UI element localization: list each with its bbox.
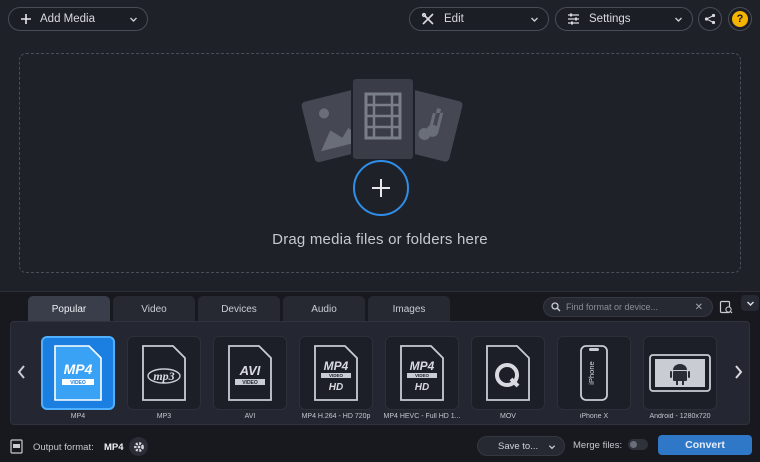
media-files-icon (301, 77, 463, 163)
mp3-tag: mp3 (153, 369, 174, 383)
chevron-left-icon[interactable] (16, 364, 28, 380)
plus-icon (18, 11, 34, 27)
clear-search-icon[interactable]: ✕ (695, 302, 703, 313)
merge-files-label: Merge files: (573, 440, 623, 451)
hd-tag: HD (415, 382, 429, 393)
format-item-iphone-x[interactable]: iPhone iPhone X (557, 336, 631, 420)
video-tag: VIDEO (70, 380, 86, 386)
format-caption: MOV (500, 413, 516, 420)
collapse-panel-button[interactable] (741, 295, 759, 311)
format-item-mov[interactable]: MOV (471, 336, 545, 420)
tab-images[interactable]: Images (368, 296, 450, 322)
tab-video[interactable]: Video (113, 296, 195, 322)
plus-icon (372, 179, 390, 197)
format-list: MP4 VIDEO MP4 mp3 MP3 AVI VIDEO AVI MP4 … (10, 321, 750, 425)
android-icon (649, 354, 711, 392)
chevron-down-icon[interactable] (129, 15, 138, 24)
save-to-label: Save to... (498, 440, 539, 452)
video-tag: VIDEO (329, 373, 344, 378)
format-tile: MP4 VIDEO HD (299, 336, 373, 410)
format-item-avi[interactable]: AVI VIDEO AVI (213, 336, 287, 420)
iphone-tag: iPhone (587, 361, 596, 384)
sliders-icon (565, 11, 581, 27)
format-item-mp3[interactable]: mp3 MP3 (127, 336, 201, 420)
mp4-icon: MP4 VIDEO (54, 345, 102, 401)
edit-label: Edit (444, 13, 464, 25)
format-tile: mp3 (127, 336, 201, 410)
format-caption: MP4 HEVC - Full HD 1... (383, 413, 461, 420)
format-item-android[interactable]: Android - 1280x720 (643, 336, 717, 420)
merge-files-toggle[interactable] (628, 439, 648, 450)
share-button[interactable] (698, 7, 722, 31)
format-item-mp4[interactable]: MP4 VIDEO MP4 (41, 336, 115, 420)
chevron-down-icon (548, 445, 556, 450)
format-item-mp4-hevc[interactable]: MP4 VIDEO HD MP4 HEVC - Full HD 1... (383, 336, 461, 420)
hd-tag: HD (329, 382, 343, 393)
settings-label: Settings (589, 13, 631, 25)
gear-icon (133, 441, 144, 452)
tab-devices[interactable]: Devices (198, 296, 280, 322)
chevron-right-icon[interactable] (732, 364, 744, 380)
tab-popular[interactable]: Popular (28, 296, 110, 322)
format-caption: MP4 H.264 - HD 720p (301, 413, 371, 420)
mp3-icon: mp3 (142, 345, 186, 401)
mp4-tag: MP4 (324, 359, 349, 373)
add-files-button[interactable] (353, 160, 409, 216)
tab-audio[interactable]: Audio (283, 296, 365, 322)
format-caption: MP3 (156, 413, 172, 420)
mp4-tag: MP4 (64, 361, 93, 377)
avi-icon: AVI VIDEO (228, 345, 272, 401)
quicktime-icon (486, 345, 530, 401)
video-tag: VIDEO (242, 380, 258, 386)
video-tag: VIDEO (415, 373, 430, 378)
share-icon (704, 13, 716, 25)
output-format-label: Output format: (33, 442, 94, 453)
convert-button[interactable]: Convert (658, 435, 752, 455)
add-media-label: Add Media (40, 13, 95, 25)
add-custom-format-icon[interactable] (719, 300, 733, 314)
output-format-value: MP4 (104, 442, 124, 453)
output-file-icon (10, 439, 23, 454)
help-icon: ? (732, 11, 748, 27)
format-item-mp4-hd-720p[interactable]: MP4 VIDEO HD MP4 H.264 - HD 720p (299, 336, 373, 420)
avi-tag: AVI (239, 363, 261, 378)
edit-button[interactable]: Edit (409, 7, 549, 31)
format-caption: Android - 1280x720 (649, 413, 711, 420)
top-toolbar: Add Media Edit Settings ? (0, 0, 760, 40)
chevron-down-icon[interactable] (674, 15, 683, 24)
add-media-button[interactable]: Add Media (8, 7, 148, 31)
format-caption: MP4 (70, 413, 86, 420)
format-caption: AVI (244, 413, 256, 420)
tools-icon (420, 11, 436, 27)
status-bar: Output format: MP4 Save to... Merge file… (0, 432, 760, 462)
format-caption: iPhone X (579, 413, 609, 420)
mp4-hd-icon: MP4 VIDEO HD (314, 345, 358, 401)
format-tile (643, 336, 717, 410)
drop-zone-text: Drag media files or folders here (272, 231, 488, 248)
format-tile: MP4 VIDEO (41, 336, 115, 410)
save-to-button[interactable]: Save to... (477, 436, 565, 456)
format-settings-button[interactable] (129, 437, 148, 456)
format-tile: iPhone (557, 336, 631, 410)
drop-zone[interactable]: Drag media files or folders here (19, 53, 741, 273)
format-tile: AVI VIDEO (213, 336, 287, 410)
chevron-down-icon (746, 300, 754, 306)
format-search: ✕ (543, 297, 713, 317)
iphone-icon: iPhone (580, 345, 608, 401)
format-panel: Popular Video Devices Audio Images ✕ MP4… (0, 291, 760, 462)
settings-button[interactable]: Settings (555, 7, 693, 31)
chevron-down-icon[interactable] (530, 15, 539, 24)
mp4-tag: MP4 (410, 359, 435, 373)
search-icon (551, 302, 561, 312)
format-tile (471, 336, 545, 410)
format-search-input[interactable] (566, 302, 686, 312)
format-tabs: Popular Video Devices Audio Images (28, 296, 453, 322)
mp4-hevc-icon: MP4 VIDEO HD (400, 345, 444, 401)
help-button[interactable]: ? (728, 7, 752, 31)
format-tile: MP4 VIDEO HD (385, 336, 459, 410)
